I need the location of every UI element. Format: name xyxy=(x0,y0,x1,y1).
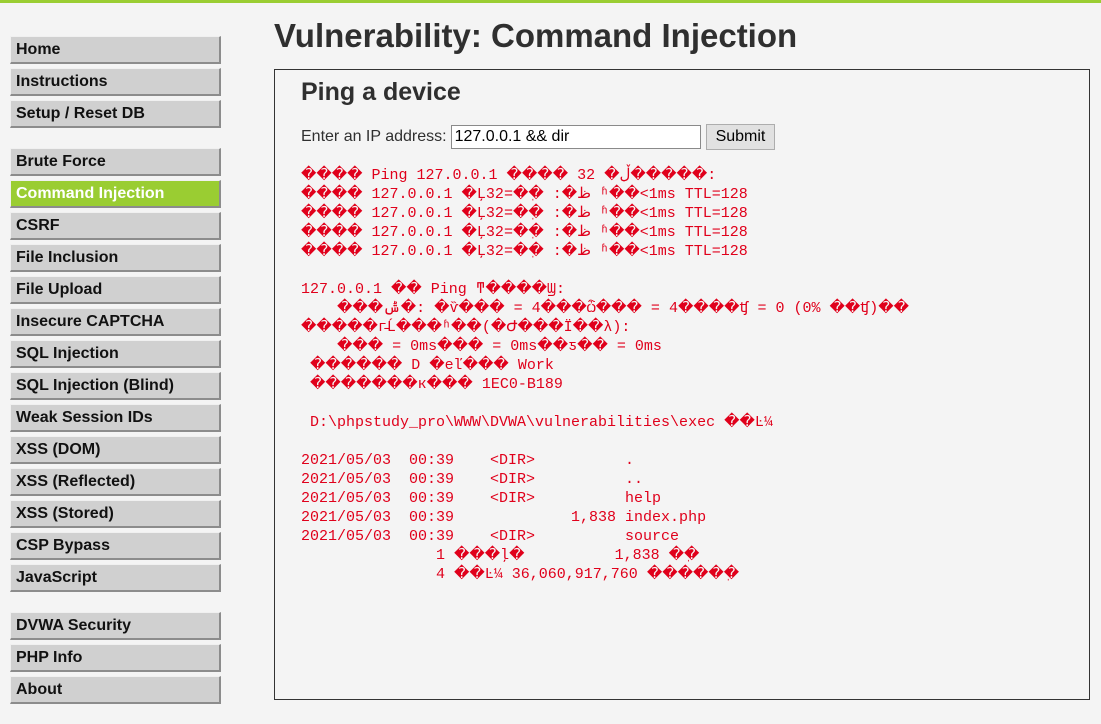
output-line: ���� 127.0.0.1 �Ļظ�: �ֽ�=32 ʱ��<1ms TTL=… xyxy=(301,186,748,203)
output-line: 2021/05/03 00:39 <DIR> .. xyxy=(301,471,644,488)
menu-xss-stored[interactable]: XSS (Stored) xyxy=(10,500,221,528)
output-line: ���� 127.0.0.1 �Ļظ�: �ֽ�=32 ʱ��<1ms TTL=… xyxy=(301,243,748,260)
output-line: D:\phpstudy_pro\WWW\DVWA\vulnerabilities… xyxy=(301,414,773,431)
output-line: ������ D �еľ��� Work xyxy=(301,357,554,374)
output-line: ��� = 0ms��� = 0ms��ƽ�� = 0ms xyxy=(301,338,662,355)
ip-address-label: Enter an IP address: xyxy=(301,128,447,145)
menu-group-vulnerabilities: Brute Force Command Injection CSRF File … xyxy=(10,148,221,592)
menu-file-upload[interactable]: File Upload xyxy=(10,276,221,304)
menu-javascript[interactable]: JavaScript xyxy=(10,564,221,592)
menu-sql-injection-blind[interactable]: SQL Injection (Blind) xyxy=(10,372,221,400)
menu-insecure-captcha[interactable]: Insecure CAPTCHA xyxy=(10,308,221,336)
submit-button[interactable]: Submit xyxy=(705,124,776,150)
menu-csp-bypass[interactable]: CSP Bypass xyxy=(10,532,221,560)
menu-group-main: Home Instructions Setup / Reset DB xyxy=(10,36,221,128)
output-line: �����г̵Ĺ���ʱ��(�Ժ���Ϊ��λ): xyxy=(301,319,631,336)
output-line: ���� 127.0.0.1 �Ļظ�: �ֽ�=32 ʱ��<1ms TTL=… xyxy=(301,205,748,222)
menu-home[interactable]: Home xyxy=(10,36,221,64)
output-line: 2021/05/03 00:39 <DIR> . xyxy=(301,452,635,469)
menu-brute-force[interactable]: Brute Force xyxy=(10,148,221,176)
menu-command-injection[interactable]: Command Injection xyxy=(10,180,221,208)
page-title: Vulnerability: Command Injection xyxy=(274,17,798,54)
menu-file-inclusion[interactable]: File Inclusion xyxy=(10,244,221,272)
output-line: 2021/05/03 00:39 1,838 index.php xyxy=(301,509,707,526)
menu-weak-session-ids[interactable]: Weak Session IDs xyxy=(10,404,221,432)
vulnerability-box: Ping a device Enter an IP address: Submi… xyxy=(274,69,1090,700)
menu-about[interactable]: About xyxy=(10,676,221,704)
menu-setup-reset-db[interactable]: Setup / Reset DB xyxy=(10,100,221,128)
output-line: 2021/05/03 00:39 <DIR> source xyxy=(301,528,680,545)
menu-instructions[interactable]: Instructions xyxy=(10,68,221,96)
output-line: ���� 127.0.0.1 �Ļظ�: �ֽ�=32 ʱ��<1ms TTL=… xyxy=(301,224,748,241)
menu-dvwa-security[interactable]: DVWA Security xyxy=(10,612,221,640)
top-accent-bar xyxy=(0,0,1101,3)
menu-xss-reflected[interactable]: XSS (Reflected) xyxy=(10,468,221,496)
ping-form: Enter an IP address: Submit xyxy=(301,124,776,150)
output-line: ���� Ping 127.0.0.1 ���� 32 �ֽڵ�����: xyxy=(301,167,717,184)
ip-address-input[interactable] xyxy=(450,125,701,149)
output-line: ���ݰ�: �ѷ��� = 4���ѽ��� = 4����ʧ = 0 (0%… xyxy=(301,300,910,317)
output-line: 1 ���ļ� 1,838 �ֽ� xyxy=(301,547,700,564)
output-line: 4 ��Ŀ¼ 36,060,917,760 �����ֽ� xyxy=(301,566,740,583)
box-title: Ping a device xyxy=(301,78,461,106)
menu-xss-dom[interactable]: XSS (DOM) xyxy=(10,436,221,464)
output-line: �������к��� 1EC0-B189 xyxy=(301,376,563,393)
menu-php-info[interactable]: PHP Info xyxy=(10,644,221,672)
menu-csrf[interactable]: CSRF xyxy=(10,212,221,240)
menu-sql-injection[interactable]: SQL Injection xyxy=(10,340,221,368)
command-output: ���� Ping 127.0.0.1 ���� 32 �ֽڵ�����: ��… xyxy=(301,166,909,584)
menu-group-settings: DVWA Security PHP Info About xyxy=(10,612,221,704)
output-line: 127.0.0.1 �� Ping ͳ����Ϣ: xyxy=(301,281,566,298)
sidebar-menu: Home Instructions Setup / Reset DB Brute… xyxy=(10,36,221,724)
output-line: 2021/05/03 00:39 <DIR> help xyxy=(301,490,662,507)
